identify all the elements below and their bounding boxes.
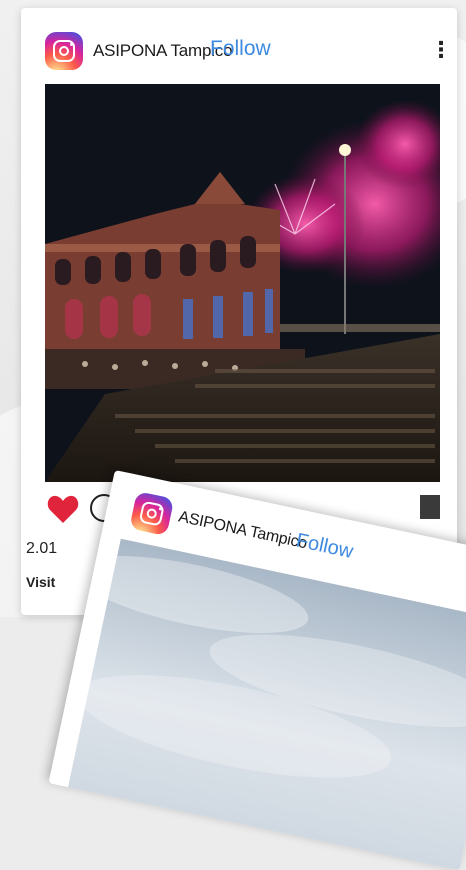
follow-button[interactable]: Follow <box>294 529 355 564</box>
instagram-logo-icon[interactable] <box>129 491 175 537</box>
likes-count: 2.01 <box>26 540 58 557</box>
post-image[interactable] <box>66 538 466 870</box>
heart-icon[interactable] <box>47 494 79 524</box>
account-name[interactable]: ASIPONA Tampico <box>177 508 309 553</box>
bookmark-icon[interactable] <box>420 495 440 519</box>
more-vertical-icon[interactable]: ⋮ <box>430 36 452 64</box>
sky-photo <box>73 555 466 778</box>
concert-fireworks-photo <box>45 84 440 482</box>
follow-button[interactable]: Follow <box>210 37 271 61</box>
instagram-logo-icon[interactable] <box>45 32 83 70</box>
post-header: ASIPONA Tampico Follow ⋮ <box>45 32 452 72</box>
post-image[interactable] <box>45 84 440 482</box>
post-caption: Visit <box>26 574 56 590</box>
